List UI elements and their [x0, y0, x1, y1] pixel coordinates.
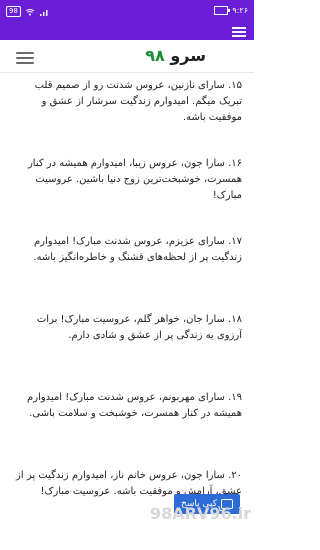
watermark: 98ARV96.ir	[150, 504, 252, 523]
site-title-text: سرو	[170, 46, 206, 65]
hamburger-icon[interactable]	[16, 49, 34, 64]
wish-item-16: ۱۶. سارا جون، عروس زیبا، امیدوارم همیشه …	[27, 158, 242, 201]
wish-item-18: ۱۸. سارا جان، خواهر گلم، عروسیت مبارک! ب…	[36, 314, 242, 341]
battery-percent: 98	[6, 6, 21, 17]
site-title: سرو ۹۸	[145, 46, 206, 65]
site-title-number: ۹۸	[145, 46, 165, 65]
status-right: ۹:۲۶	[214, 6, 248, 15]
battery-icon	[214, 6, 231, 15]
wish-item-17: ۱۷. سارای عزیزم، عروس شدنت مبارک! امیدوا…	[33, 236, 242, 263]
site-header: سرو ۹۸	[0, 40, 254, 73]
top-strip	[0, 22, 254, 40]
wifi-icon	[25, 8, 35, 15]
wish-list: ۱۵. سارای نازنین، عروس شدنت رو از صمیم ق…	[12, 78, 242, 536]
status-bar: 98 ۹:۲۶	[0, 0, 254, 22]
overflow-menu-icon[interactable]	[232, 25, 246, 37]
status-left: 98	[6, 6, 49, 17]
wish-item-19: ۱۹. سارای مهربونم، عروس شدنت مبارک! امید…	[27, 392, 242, 419]
signal-icon	[39, 9, 48, 16]
status-time: ۹:۲۶	[232, 6, 248, 15]
wish-item-15: ۱۵. سارای نازنین، عروس شدنت رو از صمیم ق…	[34, 80, 242, 123]
